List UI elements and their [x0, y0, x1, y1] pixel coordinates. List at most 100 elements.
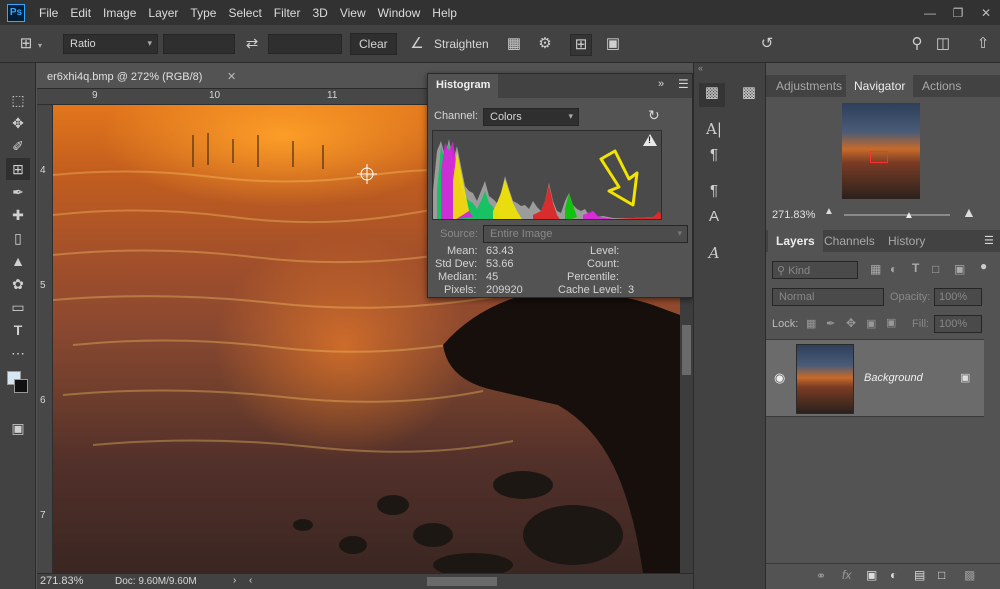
- menu-edit[interactable]: Edit: [64, 6, 97, 20]
- character-styles-icon[interactable]: A: [702, 207, 726, 227]
- character-icon[interactable]: A|: [702, 119, 726, 139]
- chevron-left-icon[interactable]: ‹: [249, 575, 252, 586]
- grid-overlay-icon[interactable]: ▦: [503, 34, 525, 54]
- source-select[interactable]: Entire Image ▾: [483, 225, 688, 243]
- lock-all-icon[interactable]: ▣: [886, 316, 896, 329]
- filter-toggle-icon[interactable]: ●: [980, 259, 987, 273]
- zoom-slider-thumb[interactable]: ▲: [904, 210, 914, 221]
- search-icon[interactable]: ⚲: [906, 34, 928, 54]
- workspace-icon[interactable]: ◫: [932, 34, 954, 54]
- photoshop-logo-icon[interactable]: Ps: [7, 3, 25, 22]
- channel-select[interactable]: Colors ▾: [483, 108, 579, 126]
- width-field[interactable]: [163, 34, 235, 54]
- move-icon[interactable]: ✥: [6, 112, 30, 134]
- filter-shape-icon[interactable]: □: [932, 262, 939, 276]
- paint-bucket-icon[interactable]: ▲: [6, 250, 30, 272]
- menu-type[interactable]: Type: [184, 6, 222, 20]
- crop-tool-preset-icon[interactable]: ⊞: [14, 34, 38, 54]
- panel-menu-icon[interactable]: ☰: [984, 234, 994, 247]
- visibility-eye-icon[interactable]: ◉: [774, 370, 785, 386]
- swap-icon[interactable]: ⇄: [242, 34, 262, 54]
- menu-view[interactable]: View: [334, 6, 372, 20]
- reset-icon[interactable]: ↺: [756, 34, 778, 54]
- lock-transparent-icon[interactable]: ▦: [806, 317, 816, 330]
- content-aware-icon[interactable]: ▣: [602, 34, 624, 54]
- tab-layers[interactable]: Layers: [768, 230, 823, 252]
- menu-layer[interactable]: Layer: [142, 6, 184, 20]
- filter-smart-object-icon[interactable]: ▣: [954, 262, 965, 276]
- navigator-zoom[interactable]: 271.83%: [772, 209, 815, 221]
- tab-adjustments[interactable]: Adjustments: [768, 75, 850, 97]
- menu-3d[interactable]: 3D: [306, 6, 333, 20]
- menu-file[interactable]: File: [33, 6, 64, 20]
- fx-icon[interactable]: fx: [842, 568, 851, 582]
- zoom-in-icon[interactable]: ▲: [962, 204, 976, 220]
- type-icon[interactable]: T: [6, 319, 30, 341]
- close-icon[interactable]: ✕: [972, 6, 1000, 20]
- trash-icon[interactable]: ▩: [964, 568, 975, 582]
- restore-icon[interactable]: ❐: [944, 6, 972, 20]
- glyphs-icon[interactable]: A: [702, 243, 726, 263]
- healing-icon[interactable]: ✚: [6, 204, 30, 226]
- background-color-swatch[interactable]: [14, 379, 28, 393]
- paragraph-styles-icon[interactable]: ¶: [702, 181, 726, 201]
- 3d-dock-icon[interactable]: ▩: [736, 83, 762, 103]
- histogram-tab[interactable]: Histogram: [428, 74, 499, 98]
- blur-icon[interactable]: ✿: [6, 273, 30, 295]
- layer-name[interactable]: Background: [864, 372, 923, 384]
- document-tab[interactable]: er6xhi4q.bmp @ 272% (RGB/8) ✕: [37, 67, 427, 89]
- rectangle-icon[interactable]: ▭: [6, 296, 30, 318]
- fill-field[interactable]: 100%: [934, 315, 982, 333]
- navigator-thumbnail[interactable]: [842, 103, 920, 199]
- histogram-dock-icon[interactable]: ▩: [699, 83, 725, 107]
- menu-image[interactable]: Image: [97, 6, 142, 20]
- scroll-thumb[interactable]: [682, 325, 691, 375]
- layer-row-background[interactable]: ◉ Background ▣: [766, 339, 984, 417]
- quick-mask-icon[interactable]: ▣: [6, 417, 30, 439]
- panel-menu-icon[interactable]: ☰: [678, 77, 689, 91]
- lock-artboard-icon[interactable]: ▣: [866, 317, 876, 330]
- quick-selection-icon[interactable]: ✐: [6, 135, 30, 157]
- delete-cropped-pixels-icon[interactable]: ⊞: [570, 34, 592, 56]
- link-layers-icon[interactable]: ⚭: [816, 569, 826, 583]
- group-folder-icon[interactable]: ▤: [914, 568, 925, 582]
- height-field[interactable]: [268, 34, 342, 54]
- opacity-field[interactable]: 100%: [934, 288, 982, 306]
- zoom-slider[interactable]: [844, 214, 950, 216]
- refresh-icon[interactable]: ↻: [648, 107, 660, 124]
- filter-pixel-icon[interactable]: ▦: [870, 262, 881, 276]
- menu-help[interactable]: Help: [426, 6, 463, 20]
- menu-filter[interactable]: Filter: [268, 6, 307, 20]
- chevron-right-icon[interactable]: ›: [233, 575, 236, 586]
- straighten-button[interactable]: Straighten: [434, 37, 489, 51]
- paragraph-icon[interactable]: ¶: [702, 145, 726, 165]
- tab-history[interactable]: History: [880, 230, 933, 252]
- eraser-icon[interactable]: ▯: [6, 227, 30, 249]
- ratio-select[interactable]: Ratio ▾: [63, 34, 158, 54]
- brush-icon[interactable]: ✒: [6, 181, 30, 203]
- collapse-icon[interactable]: »: [658, 78, 664, 90]
- tab-channels[interactable]: Channels: [816, 230, 883, 252]
- tab-actions[interactable]: Actions: [914, 75, 969, 97]
- zoom-readout[interactable]: 271.83%: [40, 575, 83, 587]
- menu-window[interactable]: Window: [372, 6, 427, 20]
- tab-navigator[interactable]: Navigator: [846, 75, 914, 97]
- new-layer-icon[interactable]: □: [938, 568, 945, 582]
- share-icon[interactable]: ⇧: [972, 34, 994, 54]
- menu-select[interactable]: Select: [222, 6, 267, 20]
- horizontal-scroll-thumb[interactable]: [427, 577, 497, 586]
- gear-icon[interactable]: ⚙: [534, 34, 556, 54]
- minimize-icon[interactable]: —: [916, 6, 944, 20]
- zoom-out-icon[interactable]: ▲: [824, 206, 834, 217]
- lock-position-icon[interactable]: ✥: [846, 316, 856, 330]
- lock-image-icon[interactable]: ✒: [826, 317, 835, 330]
- filter-adjustment-icon[interactable]: ◐: [890, 262, 897, 276]
- clear-button[interactable]: Clear: [350, 33, 397, 55]
- marquee-icon[interactable]: ⬚: [6, 89, 30, 111]
- layer-kind-filter[interactable]: ⚲ Kind: [772, 261, 858, 279]
- navigator-view-box[interactable]: [870, 151, 888, 163]
- close-document-icon[interactable]: ✕: [227, 70, 236, 83]
- blend-mode-select[interactable]: Normal: [772, 288, 884, 306]
- more-tools-icon[interactable]: ⋯: [6, 342, 30, 364]
- crop-icon[interactable]: ⊞: [6, 158, 30, 180]
